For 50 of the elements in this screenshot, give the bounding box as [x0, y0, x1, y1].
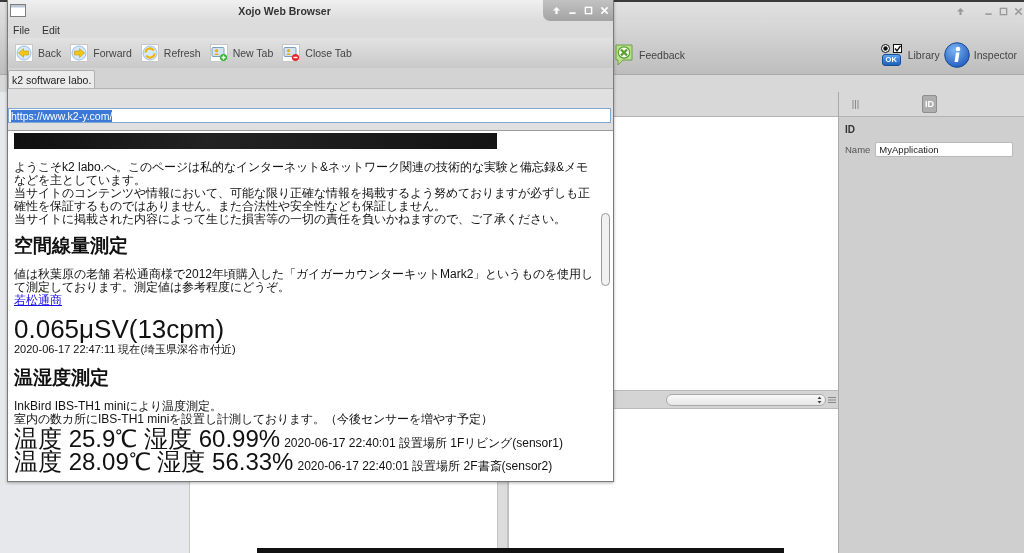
body-text: 当サイトのコンテンツや情報において、可能な限り正確な情報を掲載するよう努めておりますが必ずしも正確性を保証するものではありません。また合法性や安全性なども保証しません。: [14, 187, 591, 213]
shop-link[interactable]: 若松通商: [14, 293, 62, 307]
window-icon: [10, 4, 26, 17]
toolbar-button[interactable]: Forward: [70, 44, 132, 62]
up-arrow-icon[interactable]: [552, 6, 561, 15]
vertical-bars-icon: [852, 99, 859, 109]
feedback-button[interactable]: Feedback: [615, 43, 686, 66]
card-plus-icon: [209, 44, 228, 62]
close-icon[interactable]: [1014, 6, 1023, 16]
dropdown-field[interactable]: [666, 393, 826, 406]
section-heading: 空間線量測定: [14, 235, 129, 257]
section-heading: 温湿度測定: [14, 367, 110, 389]
body-text: 値は秋葉原の老舗 若松通商様で2012年頃購入した「ガイガーカウンターキットMark2」というものを使用して測定しております。測定値は参考程度にどうぞ。: [14, 268, 595, 294]
splitter-handle[interactable]: [497, 482, 508, 548]
name-field[interactable]: MyApplication: [875, 142, 1014, 157]
reading-value: 温度 28.09℃ 湿度 56.33%: [14, 450, 294, 473]
reading-value: 温度 25.9℃ 湿度 60.99%: [14, 427, 281, 450]
card-minus-icon: [282, 44, 301, 62]
updown-arrows-icon: [817, 395, 822, 404]
window-title: Xojo Web Browser: [237, 4, 332, 17]
menu-item[interactable]: Edit: [41, 23, 60, 36]
body-text: 室内の数カ所にIBS-TH1 miniを設置し計測しております。（今後センサーを増やす予定）: [14, 413, 495, 426]
reading-note: 2020-06-17 22:40:01 設置場所 2F書斎(sensor2): [297, 458, 553, 475]
toolbar-button[interactable]: Close Tab: [282, 44, 352, 62]
browser-tab[interactable]: k2 software labo.: [8, 70, 96, 88]
inspector-button[interactable]: Inspector: [943, 41, 1017, 68]
body-text: ようこそk2 labo.へ。このページは私的なインターネット&ネットワーク関連の技術的な実験と備忘録&メモなどを主としています。: [14, 161, 589, 187]
maximize-icon[interactable]: [999, 6, 1008, 16]
toolbar-button[interactable]: New Tab: [209, 44, 274, 62]
speech-bubble-icon: [615, 43, 633, 66]
menu-item[interactable]: File: [13, 23, 30, 36]
toolbar-button[interactable]: Back: [15, 44, 62, 62]
body-text: 当サイトに掲載された内容によって生じた損害等の一切の責任を負いかねますので、ご了承ください。: [14, 213, 567, 226]
checkbox-icon: [892, 43, 902, 53]
refresh-icon: [140, 44, 159, 62]
left-arrow-icon: [15, 44, 33, 62]
right-arrow-icon: [70, 44, 89, 62]
scrollbar-thumb[interactable]: [601, 213, 610, 286]
body-text: InkBird IBS-TH1 miniにより温度測定。: [14, 400, 224, 413]
reading-note: 2020-06-17 22:40:01 設置場所 1Fリビング(sensor1): [284, 435, 563, 452]
toolbar-button[interactable]: Refresh: [140, 44, 201, 62]
field-label: Name: [845, 144, 871, 155]
radio-icon: [880, 43, 890, 53]
info-icon: [943, 41, 970, 68]
list-icon[interactable]: [828, 395, 836, 404]
section-title: ID: [845, 124, 856, 137]
up-arrow-icon[interactable]: [956, 6, 965, 16]
timestamp-note: 2020-06-17 22:47:11 現在(埼玉県深谷市付近): [14, 343, 237, 355]
radiation-value: 0.065μSV(13cpm): [14, 316, 226, 343]
address-field[interactable]: https://www.k2-y.com/: [8, 108, 611, 123]
